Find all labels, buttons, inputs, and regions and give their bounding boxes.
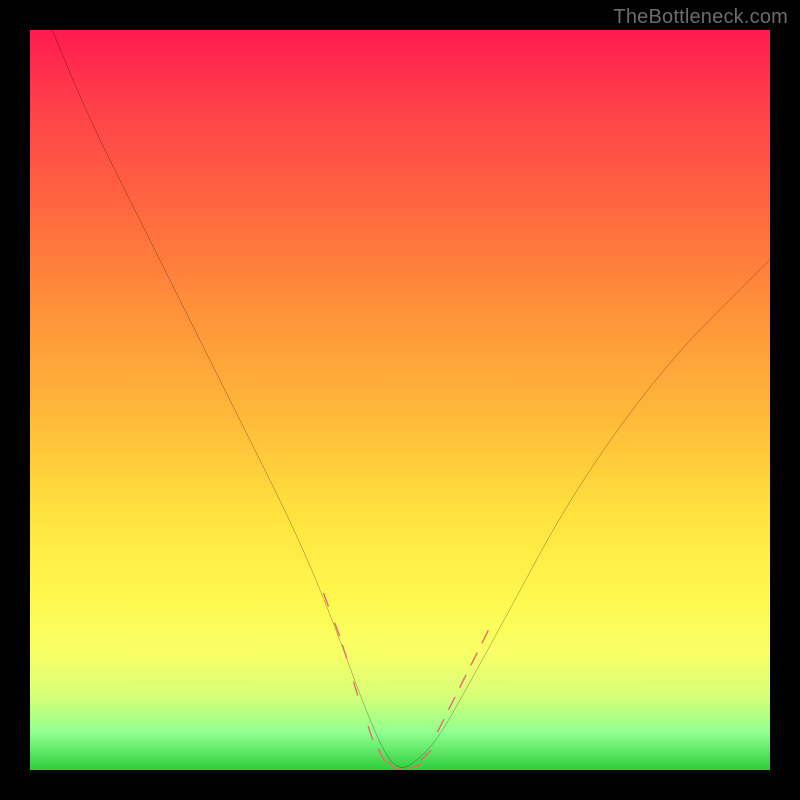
plot-area — [30, 30, 770, 770]
curve-marker — [354, 682, 358, 695]
curve-marker — [379, 749, 385, 761]
curve-marker — [471, 653, 477, 665]
bottleneck-curve — [52, 30, 770, 768]
curve-marker — [368, 727, 372, 740]
curve-marker — [421, 750, 430, 759]
curve-marker — [482, 631, 488, 643]
curve-marker — [460, 675, 466, 687]
curve-marker — [388, 762, 397, 770]
chart-svg — [30, 30, 770, 770]
curve-marker — [449, 697, 455, 709]
chart-frame: TheBottleneck.com — [0, 0, 800, 800]
marker-group — [324, 594, 488, 770]
curve-marker — [408, 764, 421, 768]
watermark-text: TheBottleneck.com — [613, 6, 788, 29]
curve-marker — [342, 645, 346, 658]
curve-marker — [438, 720, 444, 732]
curve-marker — [335, 623, 340, 635]
curve-marker — [324, 594, 329, 606]
